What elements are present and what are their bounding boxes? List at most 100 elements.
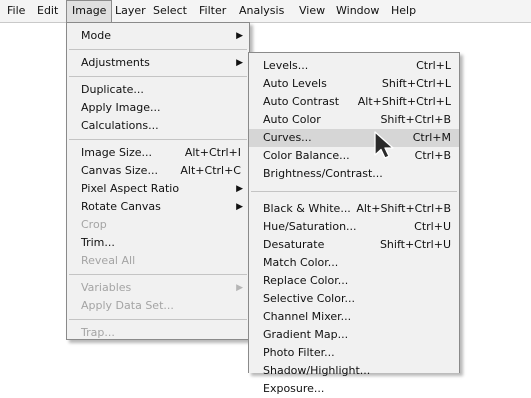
menu-edit[interactable]: Edit <box>32 0 63 22</box>
menu-item-label: Gradient Map... <box>263 328 349 341</box>
menu-item-label: Exposure... <box>263 382 325 395</box>
menu-item-label: Image Size... <box>81 146 153 159</box>
menu-image[interactable]: Image <box>66 0 113 22</box>
menu-item-label: Match Color... <box>263 256 339 269</box>
menu-separator <box>251 191 457 192</box>
submenu-arrow-icon: ▶ <box>236 58 243 68</box>
menu-item-label: Black & White... <box>263 202 351 215</box>
menu-item-pixel-aspect-ratio[interactable]: Pixel Aspect Ratio ▶ <box>67 180 249 198</box>
menu-item-label: Auto Levels <box>263 77 327 90</box>
menu-item-label: Rotate Canvas <box>81 200 161 213</box>
menu-item-label: Pixel Aspect Ratio <box>81 182 180 195</box>
menu-layer[interactable]: Layer <box>110 0 151 22</box>
menu-window[interactable]: Window <box>331 0 384 22</box>
menu-item-crop[interactable]: Crop <box>67 216 249 234</box>
menu-filter[interactable]: Filter <box>194 0 231 22</box>
menu-item-apply-data-set[interactable]: Apply Data Set... <box>67 297 249 315</box>
menu-separator <box>69 319 247 320</box>
menu-item-shortcut: Alt+Ctrl+I <box>184 146 241 159</box>
menu-item-duplicate[interactable]: Duplicate... <box>67 81 249 99</box>
menu-item-label: Mode <box>81 29 111 42</box>
menu-item-exposure[interactable]: Exposure... <box>249 380 459 398</box>
menu-item-trim[interactable]: Trim... <box>67 234 249 252</box>
menu-item-label: Trap... <box>81 326 115 339</box>
adjustments-submenu: Levels... Ctrl+L Auto Levels Shift+Ctrl+… <box>248 52 460 395</box>
menu-item-label: Crop <box>81 218 107 231</box>
menu-item-shortcut: Shift+Ctrl+B <box>380 113 451 126</box>
menu-item-label: Levels... <box>263 59 309 72</box>
menu-item-shortcut: Ctrl+U <box>414 220 451 233</box>
menu-separator <box>69 139 247 140</box>
menu-item-shortcut: Ctrl+M <box>412 131 451 144</box>
menu-item-label: Apply Data Set... <box>81 299 174 312</box>
menu-item-image-size[interactable]: Image Size... Alt+Ctrl+I <box>67 144 249 162</box>
menu-item-label: Reveal All <box>81 254 136 267</box>
menu-item-brightness-contrast[interactable]: Brightness/Contrast... <box>249 165 459 183</box>
menu-item-label: Auto Contrast <box>263 95 340 108</box>
menu-item-variables[interactable]: Variables ▶ <box>67 279 249 297</box>
menu-item-selective-color[interactable]: Selective Color... <box>249 290 459 308</box>
menu-item-curves[interactable]: Curves... Ctrl+M <box>249 129 459 147</box>
menu-item-hue-saturation[interactable]: Hue/Saturation... Ctrl+U <box>249 218 459 236</box>
submenu-arrow-icon: ▶ <box>236 202 243 212</box>
menu-item-desaturate[interactable]: Desaturate Shift+Ctrl+U <box>249 236 459 254</box>
menu-item-label: Canvas Size... <box>81 164 158 177</box>
menu-item-photo-filter[interactable]: Photo Filter... <box>249 344 459 362</box>
menu-item-shortcut: Shift+Ctrl+L <box>381 77 451 90</box>
menu-view[interactable]: View <box>294 0 330 22</box>
menu-item-adjustments[interactable]: Adjustments ▶ <box>67 54 249 72</box>
menu-item-label: Desaturate <box>263 238 325 251</box>
menu-item-shortcut: Ctrl+B <box>414 149 451 162</box>
menu-item-label: Curves... <box>263 131 312 144</box>
menu-item-shortcut: Alt+Shift+Ctrl+B <box>356 202 451 215</box>
menu-item-rotate-canvas[interactable]: Rotate Canvas ▶ <box>67 198 249 216</box>
image-menu: Mode ▶ Adjustments ▶ Duplicate... Apply … <box>66 22 250 340</box>
menu-item-shortcut: Alt+Shift+Ctrl+L <box>357 95 451 108</box>
menu-item-label: Brightness/Contrast... <box>263 167 383 180</box>
menu-item-label: Replace Color... <box>263 274 349 287</box>
menu-item-channel-mixer[interactable]: Channel Mixer... <box>249 308 459 326</box>
mouse-pointer-icon <box>374 131 394 159</box>
menu-item-label: Variables <box>81 281 132 294</box>
menu-item-shadow-highlight[interactable]: Shadow/Highlight... <box>249 362 459 380</box>
menu-item-levels[interactable]: Levels... Ctrl+L <box>249 57 459 75</box>
menu-item-shortcut: Alt+Ctrl+C <box>180 164 241 177</box>
menu-item-label: Shadow/Highlight... <box>263 364 371 377</box>
submenu-arrow-icon: ▶ <box>236 31 243 41</box>
menu-item-mode[interactable]: Mode ▶ <box>67 27 249 45</box>
menu-item-trap[interactable]: Trap... <box>67 324 249 342</box>
submenu-arrow-icon: ▶ <box>236 184 243 194</box>
menu-separator <box>69 76 247 77</box>
menu-item-replace-color[interactable]: Replace Color... <box>249 272 459 290</box>
menu-separator <box>69 49 247 50</box>
menu-item-auto-color[interactable]: Auto Color Shift+Ctrl+B <box>249 111 459 129</box>
submenu-arrow-icon: ▶ <box>236 283 243 293</box>
menu-item-label: Calculations... <box>81 119 159 132</box>
menu-file[interactable]: File <box>2 0 30 22</box>
menu-item-label: Adjustments <box>81 56 150 69</box>
menu-item-black-white[interactable]: Black & White... Alt+Shift+Ctrl+B <box>249 200 459 218</box>
menu-item-shortcut: Shift+Ctrl+U <box>379 238 451 251</box>
menu-bar: File Edit Image Layer Select Filter Anal… <box>0 0 531 23</box>
menu-item-apply-image[interactable]: Apply Image... <box>67 99 249 117</box>
menu-item-label: Trim... <box>81 236 115 249</box>
menu-item-match-color[interactable]: Match Color... <box>249 254 459 272</box>
menu-item-canvas-size[interactable]: Canvas Size... Alt+Ctrl+C <box>67 162 249 180</box>
menu-item-reveal-all[interactable]: Reveal All <box>67 252 249 270</box>
menu-item-label: Color Balance... <box>263 149 350 162</box>
menu-item-gradient-map[interactable]: Gradient Map... <box>249 326 459 344</box>
menu-item-label: Photo Filter... <box>263 346 335 359</box>
menu-help[interactable]: Help <box>386 0 421 22</box>
menu-item-label: Hue/Saturation... <box>263 220 357 233</box>
menu-item-auto-levels[interactable]: Auto Levels Shift+Ctrl+L <box>249 75 459 93</box>
menu-item-color-balance[interactable]: Color Balance... Ctrl+B <box>249 147 459 165</box>
menu-item-calculations[interactable]: Calculations... <box>67 117 249 135</box>
menu-analysis[interactable]: Analysis <box>234 0 289 22</box>
menu-item-label: Selective Color... <box>263 292 355 305</box>
menu-item-label: Apply Image... <box>81 101 161 114</box>
menu-item-auto-contrast[interactable]: Auto Contrast Alt+Shift+Ctrl+L <box>249 93 459 111</box>
menu-separator <box>69 274 247 275</box>
menu-item-label: Duplicate... <box>81 83 144 96</box>
menu-item-label: Auto Color <box>263 113 321 126</box>
menu-select[interactable]: Select <box>148 0 192 22</box>
